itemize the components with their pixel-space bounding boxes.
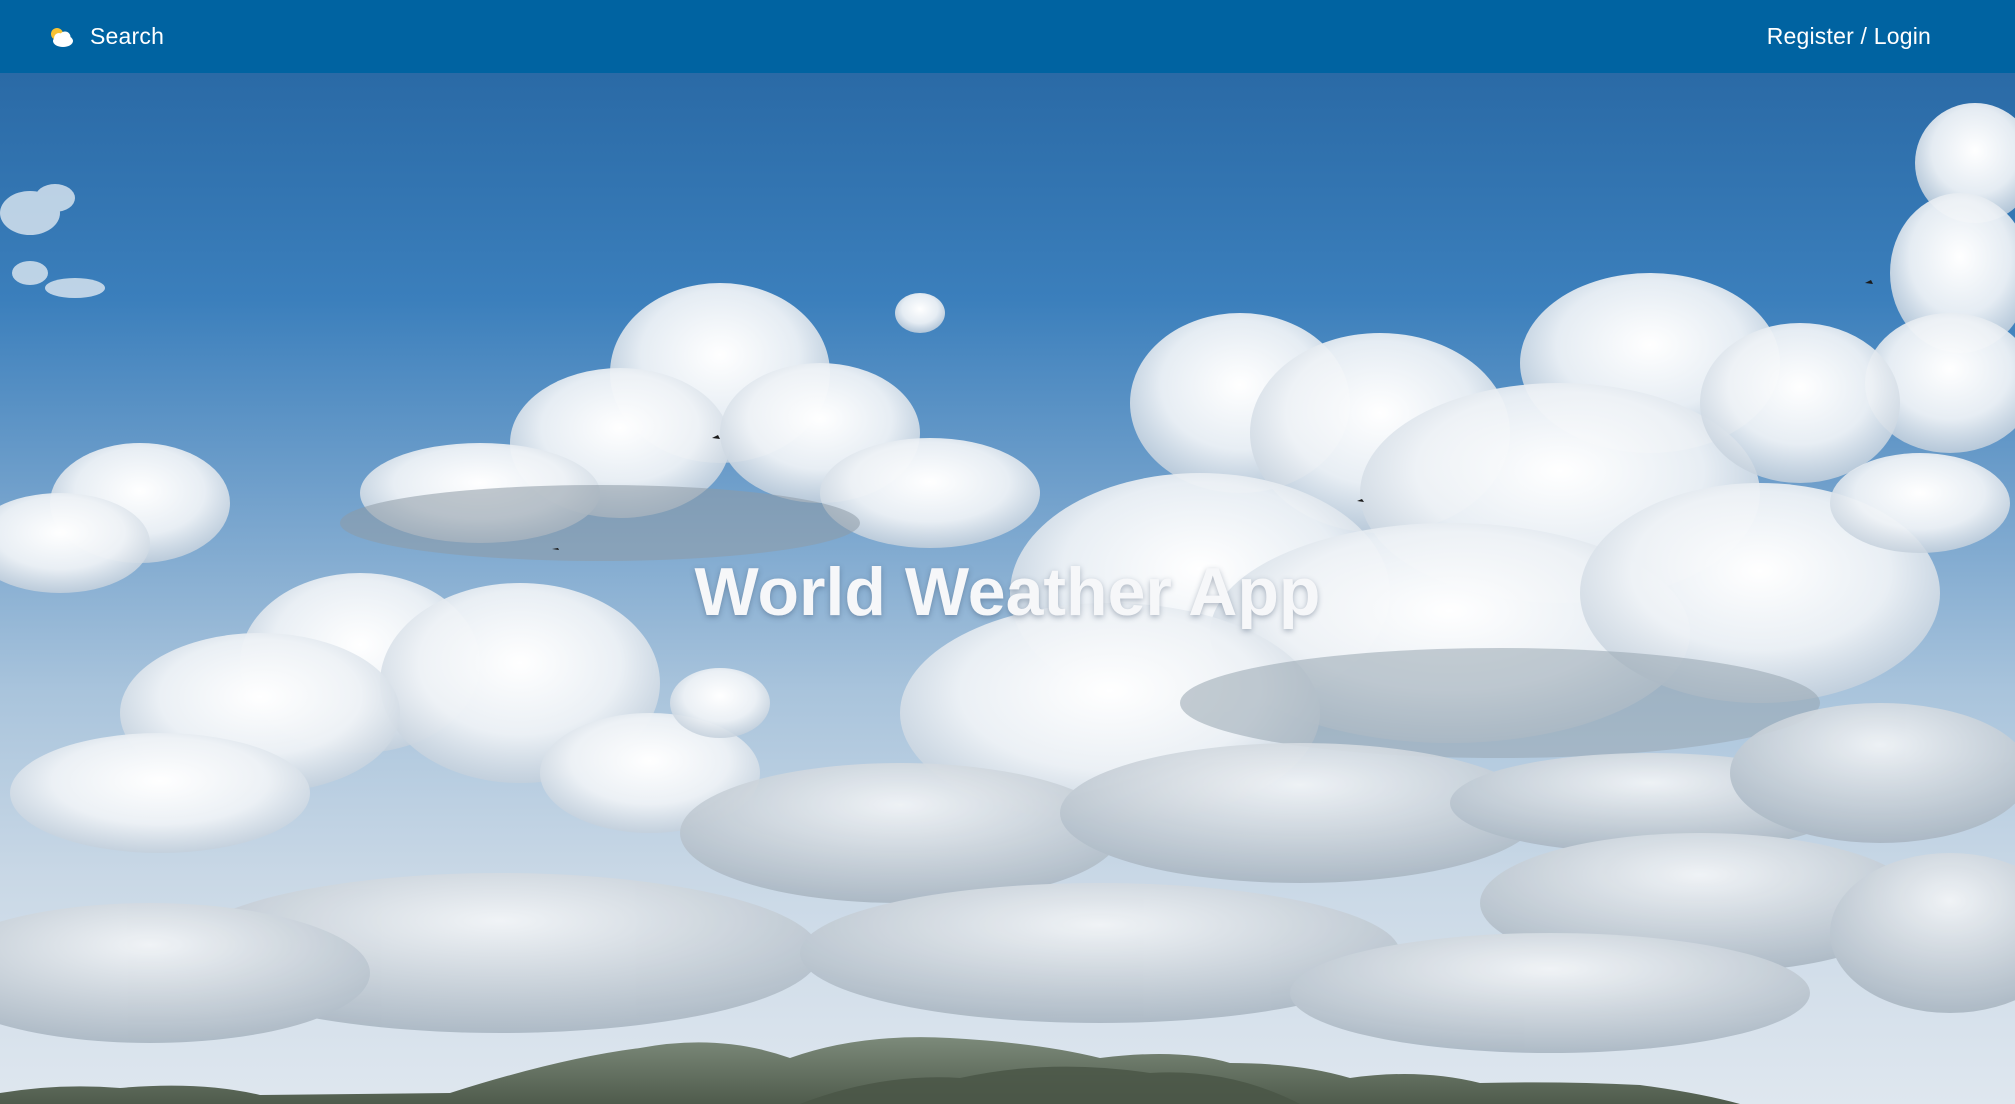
search-link[interactable]: Search bbox=[48, 23, 164, 50]
register-login-link[interactable]: Register / Login bbox=[1767, 23, 1931, 50]
hero-title: World Weather App bbox=[694, 554, 1321, 630]
search-label: Search bbox=[90, 23, 165, 49]
sun-cloud-icon bbox=[48, 26, 74, 48]
hero-section: World Weather App bbox=[0, 73, 2015, 1104]
top-navbar: Search Register / Login bbox=[0, 0, 2015, 73]
